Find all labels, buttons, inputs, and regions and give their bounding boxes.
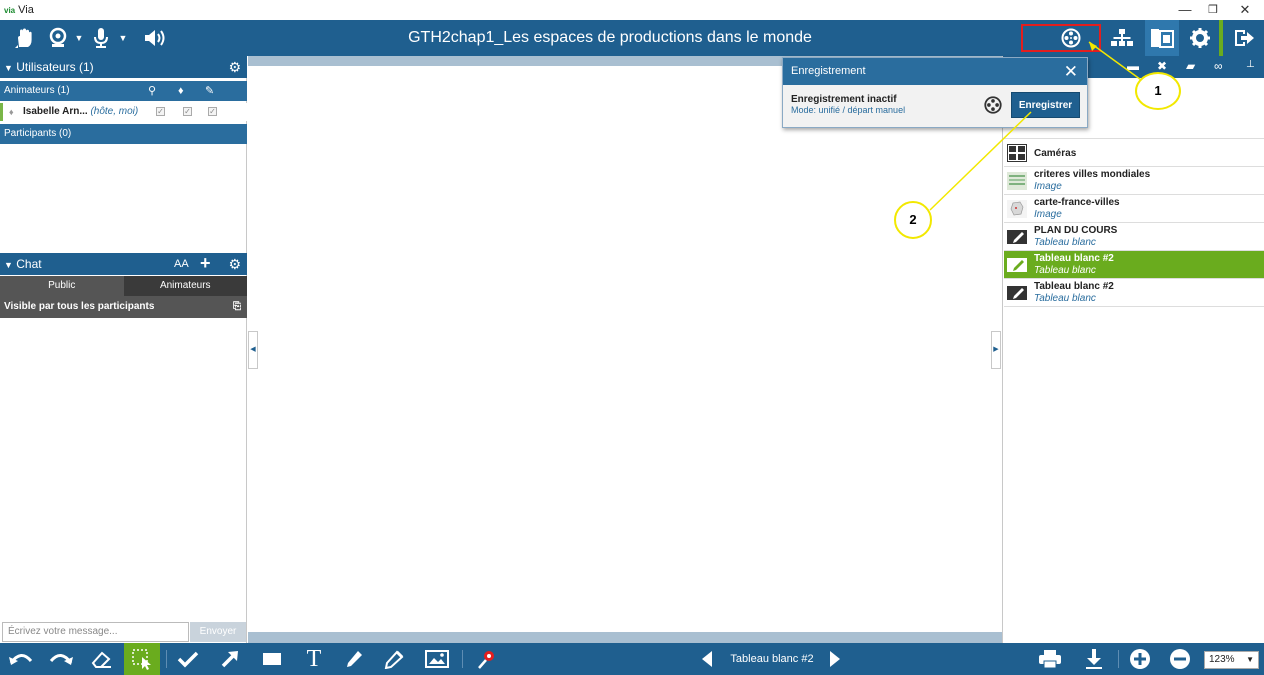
pin-icon[interactable] (472, 647, 500, 671)
highlighter-icon[interactable] (340, 647, 368, 671)
current-page-label: Tableau blanc #2 (730, 653, 814, 665)
check-icon[interactable] (174, 647, 202, 671)
undo-icon[interactable] (6, 647, 36, 671)
chevron-down-icon: ▼ (1246, 655, 1254, 664)
print-icon[interactable] (1036, 647, 1064, 671)
next-page-icon[interactable] (826, 647, 844, 671)
selection-icon[interactable] (124, 643, 160, 675)
toolbar-separator (462, 650, 463, 668)
annotation-overlay (929, 41, 1145, 211)
text-icon[interactable]: T (300, 646, 328, 672)
redo-icon[interactable] (46, 647, 76, 671)
zoom-value: 123% (1209, 654, 1235, 665)
download-icon[interactable] (1080, 647, 1108, 671)
previous-page-icon[interactable] (698, 647, 716, 671)
toolbar-separator (1118, 650, 1119, 668)
zoom-out-icon[interactable] (1166, 647, 1194, 671)
toolbar-separator (166, 650, 167, 668)
image-icon[interactable] (422, 647, 452, 671)
arrow-icon[interactable] (216, 647, 244, 671)
callout2-pointer-line (929, 111, 1032, 211)
pen-icon[interactable] (380, 647, 408, 671)
zoom-in-icon[interactable] (1126, 647, 1154, 671)
callout-1: 1 (1135, 72, 1181, 110)
callout1-arrowhead (1089, 42, 1097, 51)
eraser-icon[interactable] (86, 647, 116, 671)
callout-2: 2 (894, 201, 932, 239)
bottom-toolbar: T Tableau blanc #2 123% ▼ (0, 643, 1264, 675)
rectangle-icon[interactable] (258, 647, 286, 671)
via-app-window: via Via — ❒ ✕ ▼ ▼ GTH2chap1_Les espaces … (0, 0, 1264, 675)
callout1-pointer-line (1088, 41, 1145, 83)
zoom-select[interactable]: 123% ▼ (1204, 651, 1259, 669)
